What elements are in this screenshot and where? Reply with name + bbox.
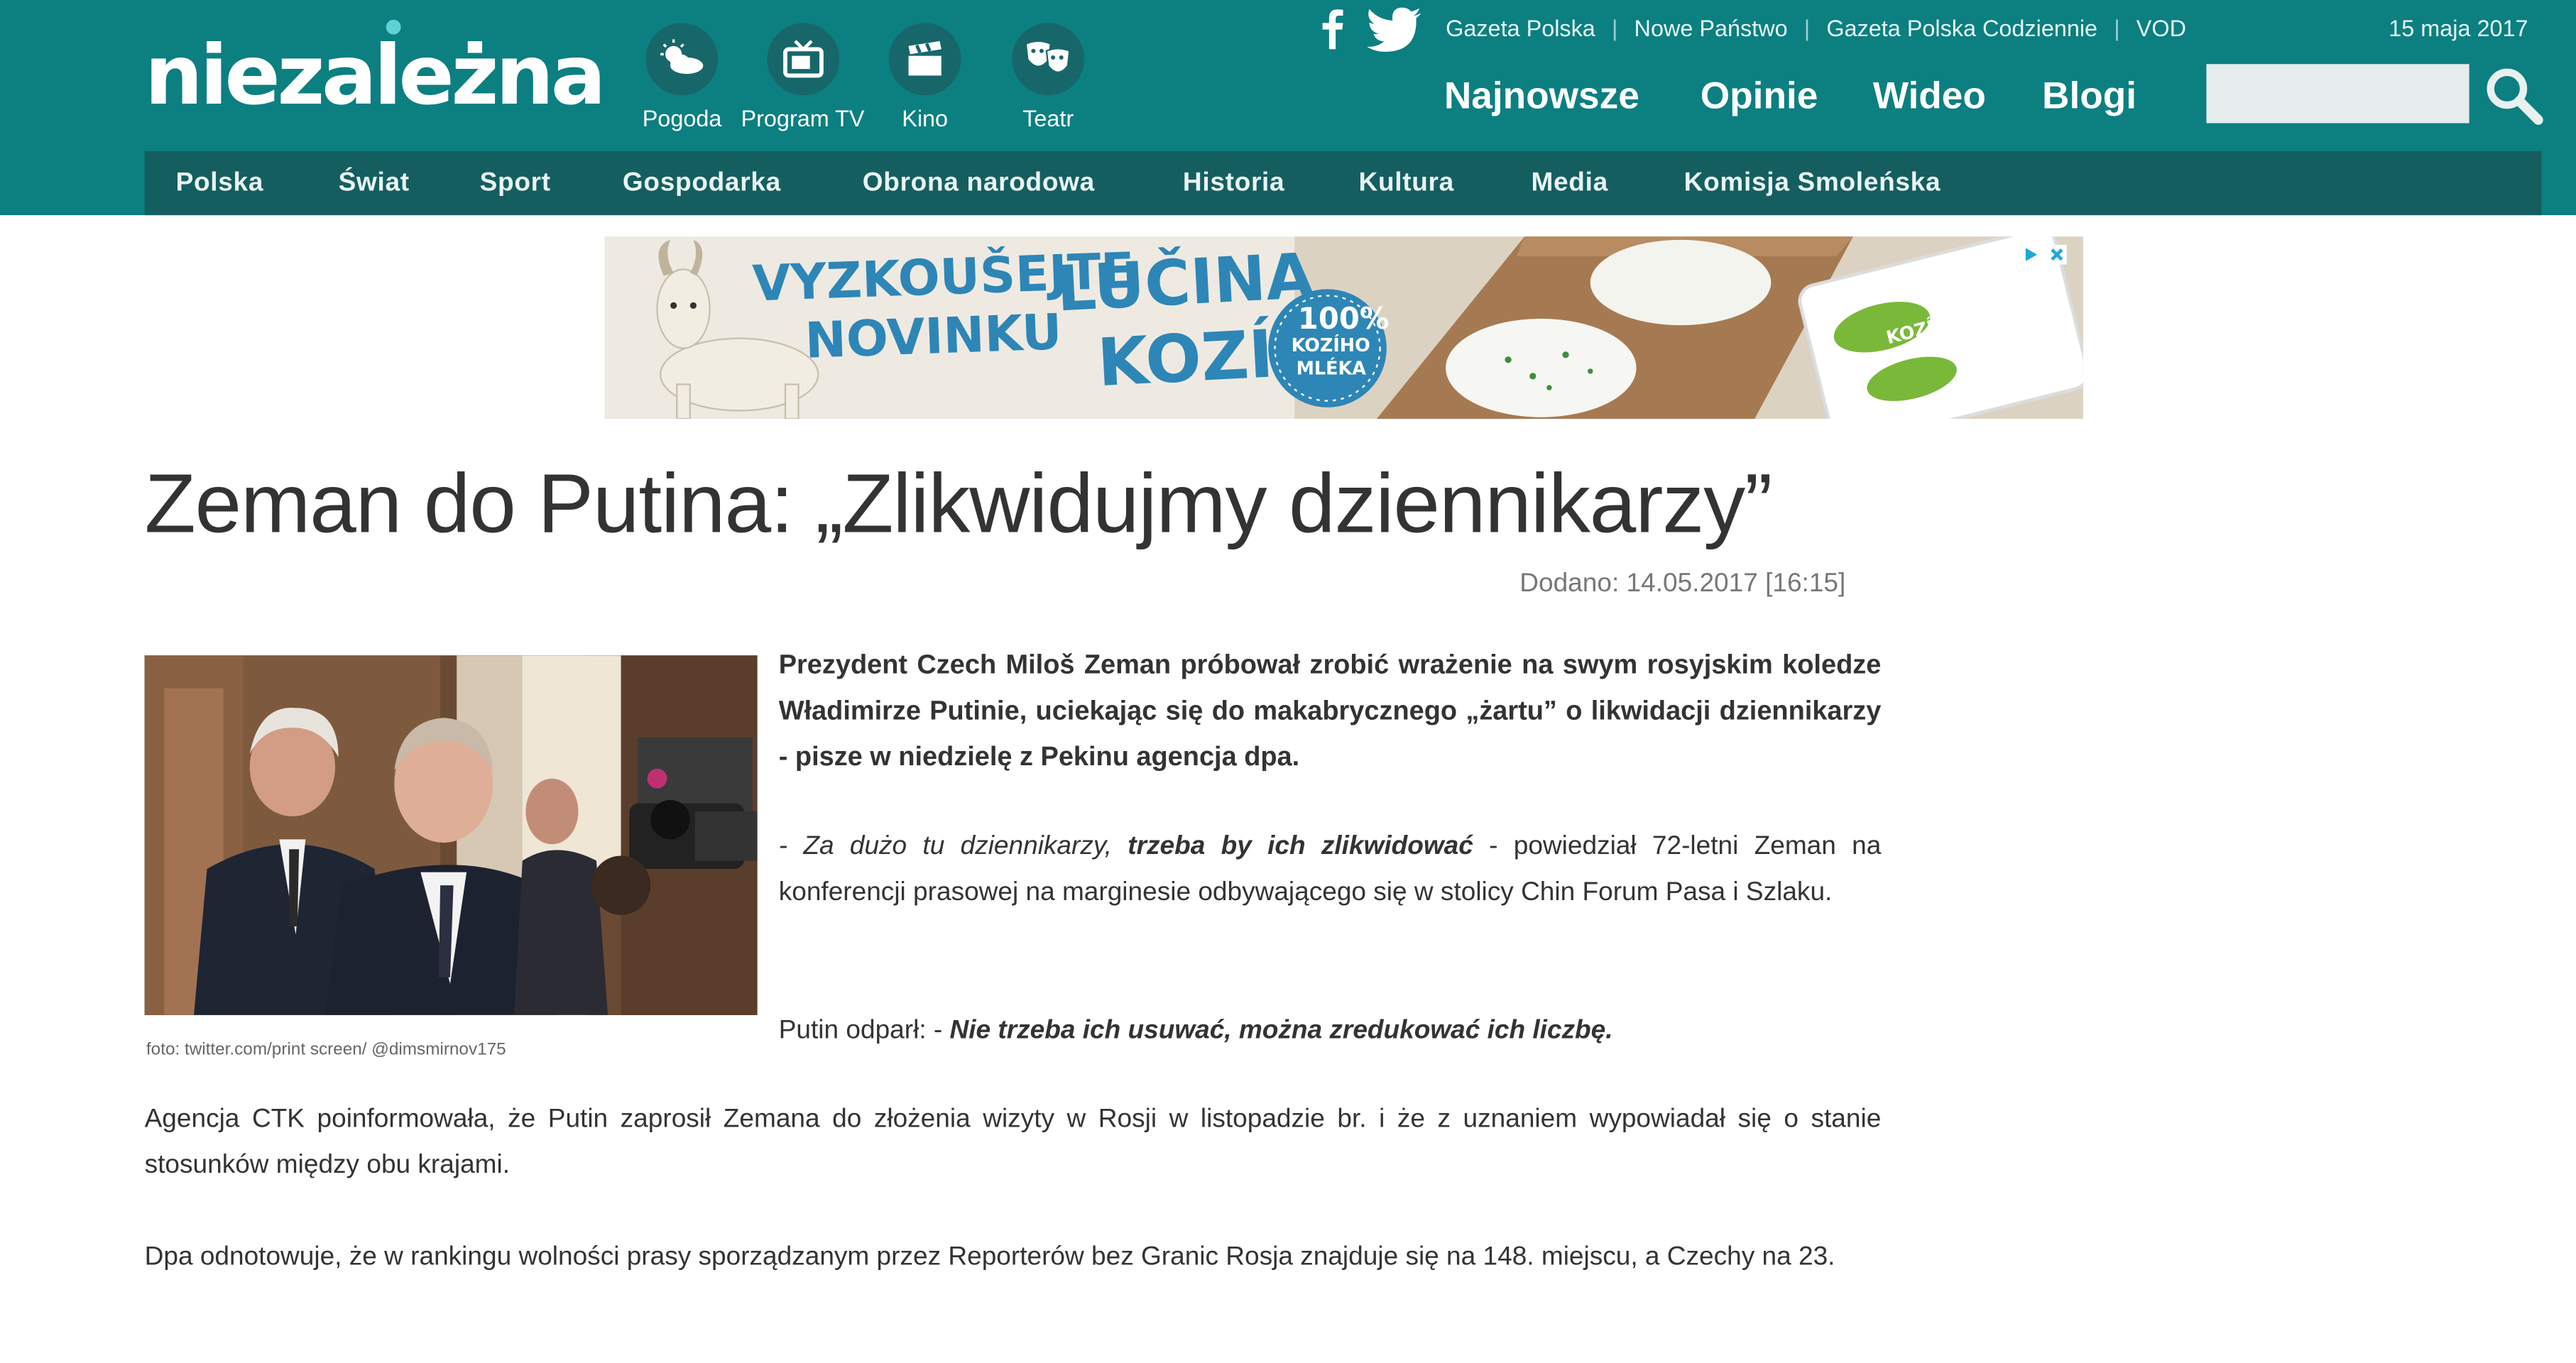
facebook-icon[interactable]	[1319, 6, 1346, 58]
main-nav-video[interactable]: Wideo	[1873, 74, 1986, 118]
top-links: Gazeta Polska | Nowe Państwo | Gazeta Polska…	[1446, 15, 2186, 41]
category-nav: Polska Świat Sport Gospodarka Obrona nar…	[144, 150, 2542, 216]
article-photo-image	[144, 655, 758, 1015]
article-lead: Prezydent Czech Miloš Zeman próbował zro…	[778, 650, 1882, 772]
category-media[interactable]: Media	[1531, 169, 1608, 199]
theater-masks-icon	[1012, 23, 1085, 96]
ad-brand-line2: KOZÍ	[1096, 317, 1276, 403]
photo-caption: foto: twitter.com/print screen/ @dimsmir…	[146, 1039, 506, 1060]
site-header: niezależna Pogoda Program TV Kino Teatr	[0, 0, 2576, 216]
ad-badge-line2: KOZÍHO	[1291, 335, 1370, 357]
article-paragraph-quote: - Za dużo tu dziennikarzy, trzeba by ich…	[779, 825, 1882, 917]
search-input[interactable]	[2206, 64, 2469, 124]
article-date-added: Dodano: 14.05.2017 [16:15]	[1519, 569, 1846, 598]
shortcut-label: Teatr	[1022, 105, 1074, 132]
article-paragraph-dpa: Dpa odnotowuje, że w rankingu wolności p…	[144, 1243, 1835, 1271]
ad-badge-line3: MLÉKA	[1296, 358, 1366, 380]
shortcut-theater[interactable]: Teatr	[1012, 23, 1085, 132]
shortcut-label: Kino	[902, 105, 949, 132]
category-swiat[interactable]: Świat	[339, 169, 410, 199]
shortcut-tv[interactable]: Program TV	[741, 23, 865, 131]
main-nav-blogs[interactable]: Blogi	[2042, 74, 2136, 118]
category-kultura[interactable]: Kultura	[1359, 169, 1454, 199]
top-link-vod[interactable]: VOD	[2136, 15, 2186, 41]
category-historia[interactable]: Historia	[1183, 169, 1284, 199]
twitter-icon[interactable]	[1367, 6, 1423, 60]
category-obrona-narodowa[interactable]: Obrona narodowa	[863, 169, 1095, 199]
category-gospodarka[interactable]: Gospodarka	[623, 169, 781, 199]
advertisement-banner[interactable]: VYZKOUŠEJTE NOVINKU LUČINA KOZÍ 100% KOZ…	[604, 236, 2083, 420]
quote-intro: - Za dużo tu dziennikarzy,	[778, 833, 1112, 861]
logo-dot	[386, 19, 401, 35]
shortcut-cinema[interactable]: Kino	[888, 23, 961, 132]
ad-brand-line1: LUČINA	[1054, 239, 1316, 326]
article-photo[interactable]	[144, 655, 758, 1015]
shortcut-label: Pogoda	[642, 105, 722, 132]
shortcut-label: Program TV	[741, 105, 865, 132]
weather-icon	[645, 23, 719, 96]
search-icon[interactable]	[2484, 66, 2543, 133]
ad-badge-percent: 100%	[1297, 302, 1390, 337]
category-sport[interactable]: Sport	[480, 169, 551, 199]
tv-icon	[766, 23, 839, 96]
shortcut-weather[interactable]: Pogoda	[642, 23, 722, 132]
article-paragraph-ctk: Agencja CTK poinformowała, że Putin zapr…	[144, 1105, 1882, 1180]
top-link-gazeta-polska[interactable]: Gazeta Polska	[1446, 15, 1595, 41]
main-nav-opinions[interactable]: Opinie	[1701, 74, 1818, 118]
reply-intro: Putin odparł: -	[778, 1017, 943, 1045]
ad-headline-line2: NOVINKU	[804, 304, 1063, 371]
clapperboard-icon	[888, 23, 961, 96]
main-nav-latest[interactable]: Najnowsze	[1444, 74, 1639, 118]
separator: |	[1611, 14, 1618, 41]
top-link-nowe-panstwo[interactable]: Nowe Państwo	[1634, 15, 1788, 41]
top-link-gazeta-polska-codziennie[interactable]: Gazeta Polska Codziennie	[1826, 15, 2097, 41]
reply-quote: Nie trzeba ich usuwać, można zredukować …	[949, 1017, 1613, 1045]
article-paragraph-reply: Putin odparł: - Nie trzeba ich usuwać, m…	[779, 1009, 1882, 1055]
site-logo[interactable]: niezależna	[145, 23, 606, 128]
category-polska[interactable]: Polska	[176, 169, 264, 199]
separator: |	[1803, 14, 1811, 41]
current-date: 15 maja 2017	[2389, 14, 2528, 41]
quote-emphasis: trzeba by ich zlikwidować	[1128, 833, 1473, 861]
article-title: Zeman do Putina: „Zlikwidujmy dziennikar…	[144, 456, 1773, 551]
separator: |	[2114, 14, 2120, 41]
category-komisja-smolenska[interactable]: Komisja Smoleńska	[1684, 169, 1941, 199]
